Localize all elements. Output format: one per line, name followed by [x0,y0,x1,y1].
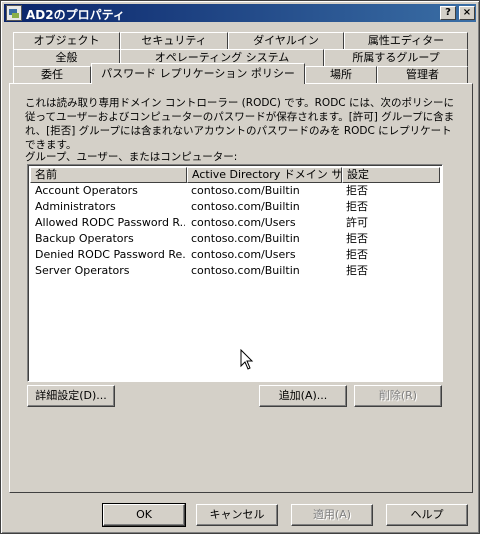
policy-description: これは読み取り専用ドメイン コントローラー (RODC) です。RODC には、… [25,97,455,151]
advanced-button[interactable]: 詳細設定(D)... [27,385,115,407]
list-label: グループ、ユーザー、またはコンピューター: [25,151,238,163]
table-row[interactable]: Allowed RODC Password R... contoso.com/U… [30,215,440,231]
row-name: Denied RODC Password Re... [35,248,185,261]
row-name: Server Operators [35,264,130,277]
row-domain: contoso.com/Builtin [191,184,300,197]
column-header-setting[interactable]: 設定 [342,167,440,183]
row-domain: contoso.com/Users [191,216,296,229]
tab-security[interactable]: セキュリティ [120,32,228,50]
table-row[interactable]: Administrators contoso.com/Builtin 拒否 [30,199,440,215]
row-domain: contoso.com/Users [191,248,296,261]
row-name: Administrators [35,200,116,213]
row-name: Allowed RODC Password R... [35,216,185,229]
row-setting: 拒否 [346,184,368,197]
tab-delegation[interactable]: 委任 [13,66,91,84]
row-name: Backup Operators [35,232,134,245]
accounts-listview[interactable]: 名前 Active Directory ドメイン サ... 設定 Account… [27,164,443,382]
tab-object[interactable]: オブジェクト [13,32,120,50]
row-setting: 拒否 [346,264,368,277]
properties-window: AD2のプロパティ ? × オブジェクト セキュリティ ダイヤルイン 属性エディ… [0,0,480,534]
apply-button[interactable]: 適用(A) [291,504,373,526]
close-icon[interactable]: × [459,6,475,20]
window-title: AD2のプロパティ [26,8,125,22]
row-domain: contoso.com/Builtin [191,232,300,245]
mouse-pointer-icon [240,349,254,370]
tab-attribute-editor[interactable]: 属性エディター [344,32,468,50]
row-name: Account Operators [35,184,138,197]
row-setting: 拒否 [346,248,368,261]
column-header-name[interactable]: 名前 [30,167,187,183]
help-caption-button[interactable]: ? [440,6,456,20]
remove-button[interactable]: 削除(R) [354,385,442,407]
column-header-domain[interactable]: Active Directory ドメイン サ... [187,167,342,183]
cancel-button[interactable]: キャンセル [196,504,278,526]
help-button[interactable]: ヘルプ [386,504,468,526]
tab-location[interactable]: 場所 [305,66,377,84]
row-domain: contoso.com/Builtin [191,200,300,213]
computer-icon [6,5,22,21]
title-bar[interactable]: AD2のプロパティ ? × [4,4,476,22]
tab-member-of[interactable]: 所属するグループ [324,49,468,67]
row-setting: 拒否 [346,232,368,245]
table-row[interactable]: Account Operators contoso.com/Builtin 拒否 [30,183,440,199]
table-row[interactable]: Server Operators contoso.com/Builtin 拒否 [30,263,440,279]
row-setting: 許可 [346,216,368,229]
table-row[interactable]: Denied RODC Password Re... contoso.com/U… [30,247,440,263]
tab-password-replication-policy[interactable]: パスワード レプリケーション ポリシー [91,63,305,84]
ok-button[interactable]: OK [102,503,186,527]
tab-dial-in[interactable]: ダイヤルイン [228,32,344,50]
table-row[interactable]: Backup Operators contoso.com/Builtin 拒否 [30,231,440,247]
row-setting: 拒否 [346,200,368,213]
tab-managed-by[interactable]: 管理者 [377,66,468,84]
add-button[interactable]: 追加(A)... [259,385,347,407]
row-domain: contoso.com/Builtin [191,264,300,277]
